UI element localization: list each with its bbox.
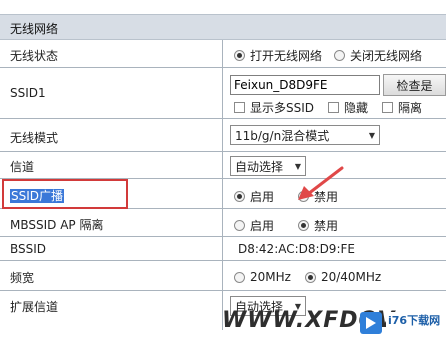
wireless-on-label[interactable]: 打开无线网络 [250, 47, 322, 64]
bssid-value: D8:42:AC:D8:D9:FE [238, 242, 355, 256]
mbssid-enable-radio[interactable] [234, 220, 245, 231]
bandwidth-20-label[interactable]: 20MHz [250, 270, 291, 284]
wireless-off-radio[interactable] [334, 50, 346, 61]
section-title: 无线网络 [10, 22, 59, 36]
channel-select[interactable]: 自动选择 ▼ [230, 156, 306, 176]
wireless-mode-label: 无线模式 [10, 131, 59, 145]
ssid1-input[interactable] [230, 75, 380, 95]
row-bandwidth: 频宽 20MHz 20/40MHz [0, 261, 446, 291]
channel-label: 信道 [10, 160, 35, 174]
ssid-broadcast-enable-radio[interactable] [234, 191, 245, 202]
row-wireless-mode: 无线模式 11b/g/n混合模式 ▼ [0, 119, 446, 152]
watermark-site-name: i76下载网 [386, 312, 443, 328]
wireless-on-radio[interactable] [234, 50, 245, 61]
annotation-arrow-icon [298, 166, 344, 200]
wireless-off-label[interactable]: 关闭无线网络 [350, 47, 422, 64]
bandwidth-label: 频宽 [10, 271, 35, 285]
bandwidth-options: 20MHz 20/40MHz [234, 270, 381, 284]
mbssid-isolation-options: 启用 禁用 [234, 217, 338, 234]
check-button[interactable]: 检查是 [383, 74, 446, 96]
ssid1-label: SSID1 [10, 86, 46, 100]
annotation-highlight-box [2, 179, 128, 209]
chevron-down-icon: ▼ [368, 130, 375, 140]
bandwidth-2040-label[interactable]: 20/40MHz [321, 270, 381, 284]
row-ssid1: SSID1 检查是 显示多SSID 隐藏 隔离 [0, 68, 446, 119]
wireless-status-options: 打开无线网络 关闭无线网络 [234, 47, 422, 64]
ssid1-options: 显示多SSID 隐藏 隔离 [234, 99, 422, 116]
row-channel: 信道 自动选择 ▼ [0, 152, 446, 179]
row-bssid: BSSID D8:42:AC:D8:D9:FE [0, 237, 446, 261]
bandwidth-2040-radio[interactable] [304, 271, 316, 283]
wireless-mode-select[interactable]: 11b/g/n混合模式 ▼ [230, 125, 380, 145]
bandwidth-20-radio[interactable] [234, 271, 245, 283]
hide-ssid-checkbox[interactable] [328, 102, 340, 113]
row-mbssid-isolation: MBSSID AP 隔离 启用 禁用 [0, 209, 446, 237]
wireless-status-label: 无线状态 [10, 49, 59, 63]
show-multi-ssid-checkbox[interactable] [234, 102, 245, 113]
wireless-mode-value: 11b/g/n混合模式 [235, 128, 330, 143]
mbssid-disable-label[interactable]: 禁用 [314, 217, 338, 234]
ssid-broadcast-enable-label[interactable]: 启用 [250, 188, 274, 205]
mbssid-disable-radio[interactable] [298, 220, 310, 231]
page-banner-fragment [0, 0, 446, 14]
show-multi-ssid-label[interactable]: 显示多SSID [250, 99, 314, 116]
row-wireless-status: 无线状态 打开无线网络 关闭无线网络 [0, 40, 446, 68]
mbssid-isolation-label: MBSSID AP 隔离 [10, 218, 104, 232]
ext-channel-label: 扩展信道 [10, 300, 59, 314]
bssid-label: BSSID [10, 242, 47, 256]
mbssid-enable-label[interactable]: 启用 [250, 217, 274, 234]
isolate-label[interactable]: 隔离 [398, 99, 422, 116]
section-header: 无线网络 [0, 14, 446, 40]
channel-value: 自动选择 [235, 159, 284, 174]
isolate-checkbox[interactable] [382, 102, 394, 113]
hide-ssid-label[interactable]: 隐藏 [344, 99, 368, 116]
watermark-logo-icon [360, 312, 382, 334]
